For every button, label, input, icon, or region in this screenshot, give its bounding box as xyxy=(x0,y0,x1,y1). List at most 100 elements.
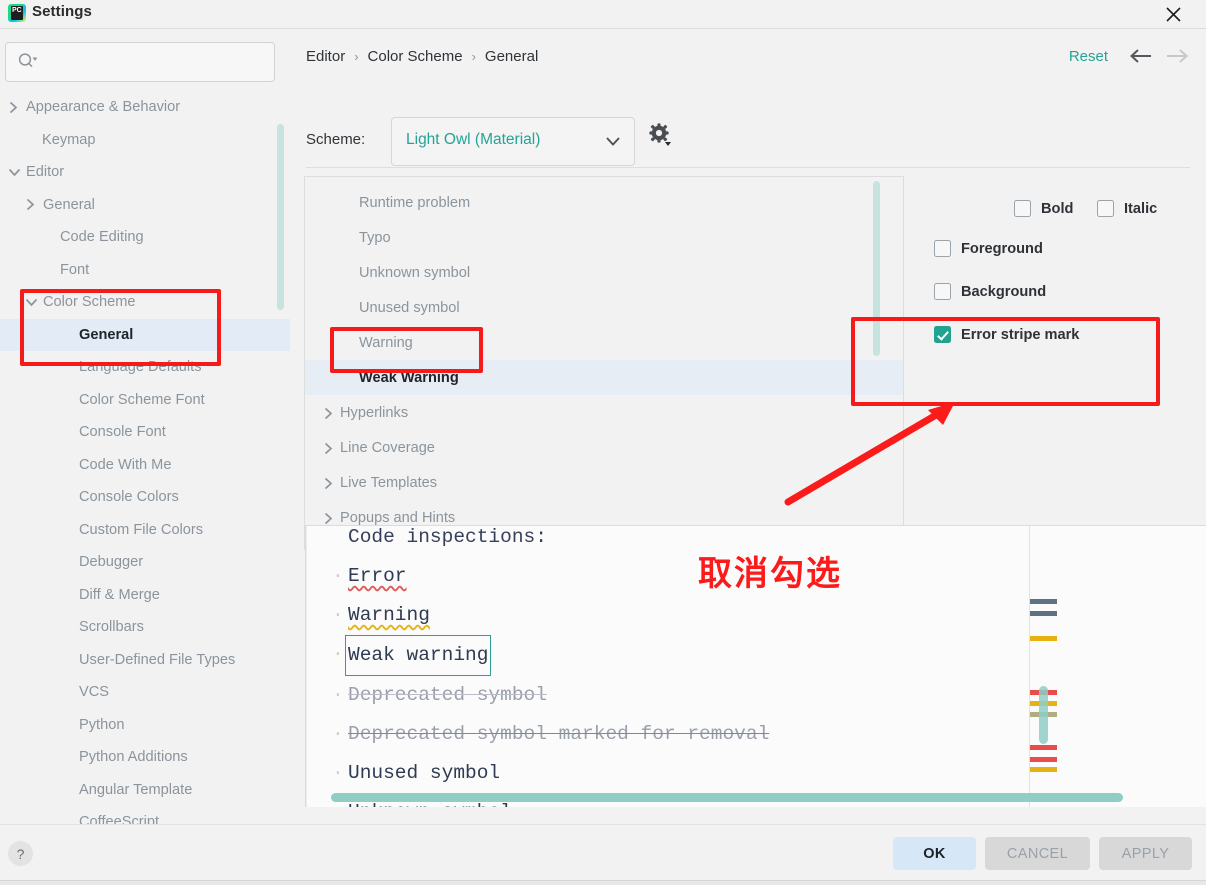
chevron-down-icon xyxy=(605,135,621,151)
sidebar-item-code-editing[interactable]: Code Editing xyxy=(0,221,290,254)
minimap-marker xyxy=(1030,745,1057,750)
sidebar-item-color-scheme[interactable]: Color Scheme xyxy=(0,286,290,319)
foreground-checkbox-row[interactable]: Foreground xyxy=(934,240,1043,257)
background-checkbox[interactable] xyxy=(934,283,951,300)
color-list-item-unused-symbol[interactable]: Unused symbol xyxy=(305,290,903,325)
sidebar-item-color-scheme-font[interactable]: Color Scheme Font xyxy=(0,384,290,417)
background-label: Background xyxy=(961,283,1047,300)
sidebar-item-label: Code With Me xyxy=(79,456,172,473)
chevron-down-icon[interactable] xyxy=(25,297,38,308)
breadcrumb-item[interactable]: Color Scheme xyxy=(368,48,463,65)
sidebar-item-font[interactable]: Font xyxy=(0,254,290,287)
error-stripe-mark-checkbox-row[interactable]: Error stripe mark xyxy=(934,326,1079,343)
sidebar-item-editor[interactable]: Editor xyxy=(0,156,290,189)
sidebar-item-keymap[interactable]: Keymap xyxy=(0,124,290,157)
apply-button[interactable]: APPLY xyxy=(1099,837,1192,870)
settings-window: PC Settings Appearance & Behavior Keymap E… xyxy=(0,0,1206,885)
preview-gutter-divider xyxy=(306,526,307,807)
color-list-item-label: Runtime problem xyxy=(359,194,471,211)
gear-icon[interactable] xyxy=(648,122,674,152)
sidebar-item-general[interactable]: General xyxy=(0,318,290,351)
sidebar-item-debugger[interactable]: Debugger xyxy=(0,546,290,579)
color-list-item-typo[interactable]: Typo xyxy=(305,220,903,255)
color-list-item-unknown-symbol[interactable]: Unknown symbol xyxy=(305,255,903,290)
window-title: Settings xyxy=(32,3,92,20)
foreground-checkbox[interactable] xyxy=(934,240,951,257)
sidebar-item-label: Color Scheme Font xyxy=(79,391,205,408)
arrow-left-icon[interactable] xyxy=(1128,46,1154,70)
sidebar-item-label: Diff & Merge xyxy=(79,586,160,603)
cancel-button[interactable]: CANCEL xyxy=(985,837,1090,870)
sidebar-scrollbar-thumb[interactable] xyxy=(277,124,284,310)
sidebar-item-label: Keymap xyxy=(42,131,96,148)
chevron-right-icon[interactable] xyxy=(323,477,334,494)
color-list-item-hyperlinks[interactable]: Hyperlinks xyxy=(305,395,903,430)
sidebar-item-general[interactable]: General xyxy=(0,189,290,222)
scheme-label: Scheme: xyxy=(306,131,366,148)
attributes-panel: Bold Italic Foreground Background Error … xyxy=(902,176,1206,548)
close-icon[interactable] xyxy=(1150,0,1196,28)
sidebar-item-label: VCS xyxy=(79,684,110,701)
sidebar-item-appearance-behavior[interactable]: Appearance & Behavior xyxy=(0,91,290,124)
preview-line: Weak warning xyxy=(324,635,769,676)
chevron-right-icon[interactable] xyxy=(323,407,334,424)
color-list-item-label: Hyperlinks xyxy=(340,404,409,421)
sidebar-item-language-defaults[interactable]: Language Defaults xyxy=(0,351,290,384)
search-input[interactable] xyxy=(44,43,273,83)
sidebar-item-label: Angular Template xyxy=(79,781,193,798)
preview-line-text: Warning xyxy=(348,604,430,626)
sidebar-item-custom-file-colors[interactable]: Custom File Colors xyxy=(0,514,290,547)
help-button[interactable]: ? xyxy=(8,841,33,866)
minimap-marker xyxy=(1030,599,1057,604)
minimap-marker xyxy=(1030,767,1057,772)
color-list-item-line-coverage[interactable]: Line Coverage xyxy=(305,430,903,465)
sidebar-item-console-colors[interactable]: Console Colors xyxy=(0,481,290,514)
italic-checkbox[interactable] xyxy=(1097,200,1114,217)
chevron-down-icon[interactable] xyxy=(8,167,21,178)
preview-line-text: Error xyxy=(348,565,407,587)
sidebar-item-label: Custom File Colors xyxy=(79,521,204,538)
minimap-marker xyxy=(1030,757,1057,762)
color-list-scrollbar-thumb[interactable] xyxy=(873,181,880,356)
chevron-right-icon[interactable] xyxy=(323,442,334,459)
search-box[interactable] xyxy=(5,42,275,83)
bold-checkbox-row[interactable]: Bold xyxy=(1014,200,1073,217)
scheme-dropdown[interactable]: Light Owl (Material) xyxy=(391,117,635,166)
background-checkbox-row[interactable]: Background xyxy=(934,283,1046,300)
sidebar-item-label: User-Defined File Types xyxy=(79,651,236,668)
color-list-item-warning[interactable]: Warning xyxy=(305,325,903,360)
error-stripe-mark-checkbox[interactable] xyxy=(934,326,951,343)
sidebar-item-console-font[interactable]: Console Font xyxy=(0,416,290,449)
sidebar-item-scrollbars[interactable]: Scrollbars xyxy=(0,611,290,644)
sidebar-tree: Appearance & Behavior Keymap Editor General… xyxy=(0,91,290,824)
chevron-right-icon[interactable] xyxy=(8,101,20,114)
bold-label: Bold xyxy=(1041,200,1074,217)
color-list-item-weak-warning[interactable]: Weak Warning xyxy=(305,360,903,395)
color-list-item-live-templates[interactable]: Live Templates xyxy=(305,465,903,500)
color-list-item-label: Weak Warning xyxy=(359,369,459,386)
ok-button[interactable]: OK xyxy=(893,837,976,870)
color-list-item-label: Popups and Hints xyxy=(340,509,456,526)
sidebar-item-coffeescript[interactable]: CoffeeScript xyxy=(0,806,290,824)
preview-vertical-scrollbar-thumb[interactable] xyxy=(1039,686,1048,744)
bold-checkbox[interactable] xyxy=(1014,200,1031,217)
breadcrumb-item[interactable]: General xyxy=(485,48,538,65)
sidebar-item-angular-template[interactable]: Angular Template xyxy=(0,774,290,807)
reset-link[interactable]: Reset xyxy=(1069,48,1108,65)
sidebar-item-vcs[interactable]: VCS xyxy=(0,676,290,709)
sidebar-item-user-defined-file-types[interactable]: User-Defined File Types xyxy=(0,644,290,677)
preview-line-text: Unused symbol xyxy=(348,762,501,784)
preview-line: Unused symbol xyxy=(324,754,769,793)
sidebar-item-python-additions[interactable]: Python Additions xyxy=(0,741,290,774)
sidebar-item-code-with-me[interactable]: Code With Me xyxy=(0,449,290,482)
sidebar-item-label: Editor xyxy=(26,164,65,181)
error-stripe-mark-label: Error stripe mark xyxy=(961,326,1080,343)
chevron-right-icon[interactable] xyxy=(25,198,37,211)
sidebar-item-python[interactable]: Python xyxy=(0,709,290,742)
italic-checkbox-row[interactable]: Italic xyxy=(1097,200,1157,217)
color-list-item-runtime-problem[interactable]: Runtime problem xyxy=(305,185,903,220)
preview-horizontal-scrollbar-thumb[interactable] xyxy=(331,793,1123,802)
sidebar-item-diff-merge[interactable]: Diff & Merge xyxy=(0,579,290,612)
pycharm-logo-icon: PC xyxy=(8,4,26,22)
breadcrumb-item[interactable]: Editor xyxy=(306,48,345,65)
